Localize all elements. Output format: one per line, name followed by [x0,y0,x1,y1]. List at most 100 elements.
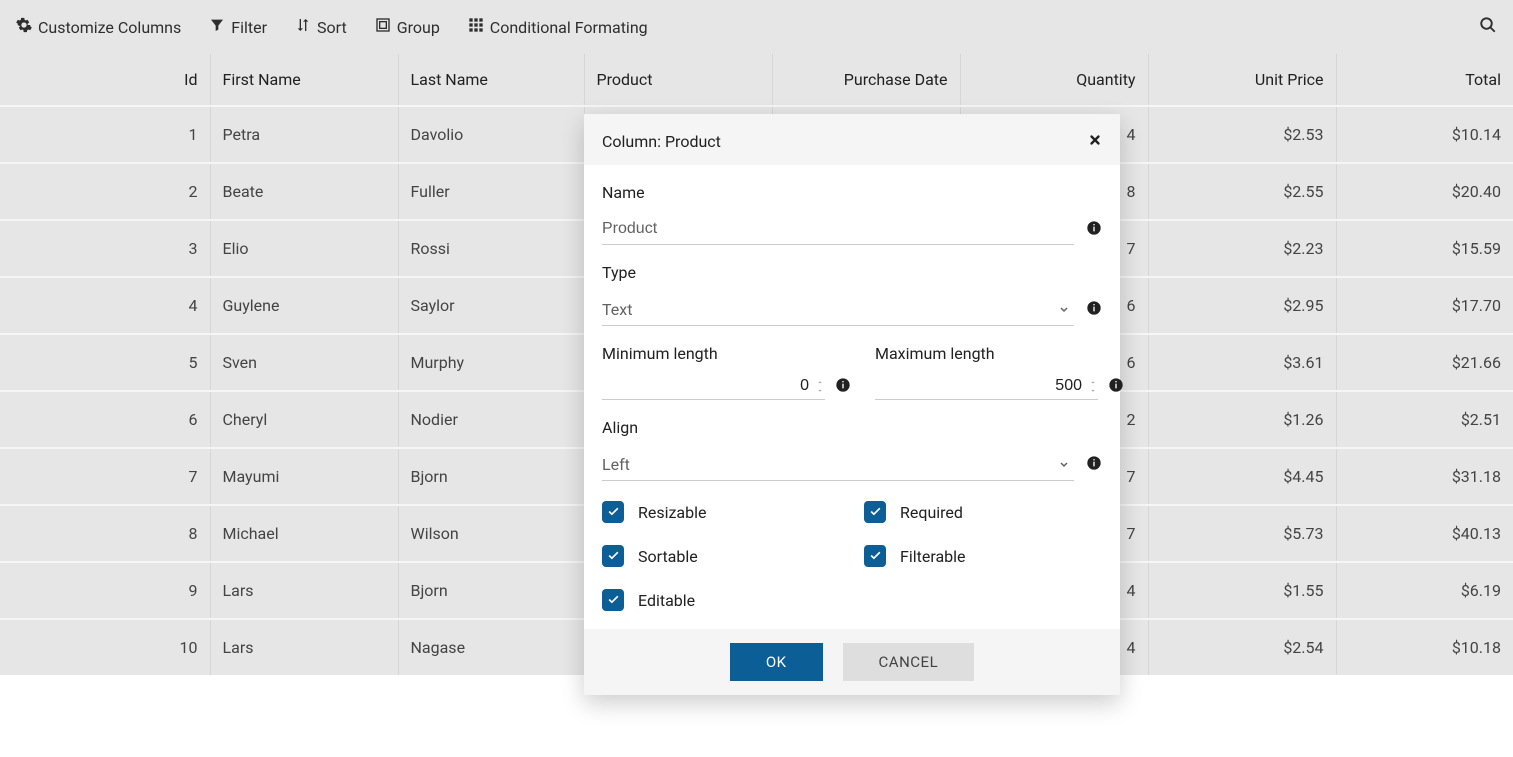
required-checkbox[interactable] [864,501,886,523]
close-button[interactable] [1088,132,1102,151]
cell-first-name[interactable]: Sven [210,334,398,391]
max-spinner[interactable] [1088,379,1098,393]
cell-id[interactable]: 10 [0,619,210,675]
cell-last-name[interactable]: Fuller [398,163,584,220]
type-label: Type [602,263,1102,282]
cell-unit-price[interactable]: $2.55 [1148,163,1336,220]
editable-checkbox-item: Editable [602,589,840,611]
cell-unit-price[interactable]: $3.61 [1148,334,1336,391]
cell-total[interactable]: $6.19 [1336,562,1513,619]
cell-unit-price[interactable]: $2.23 [1148,220,1336,277]
cell-first-name[interactable]: Guylene [210,277,398,334]
cancel-button[interactable]: CANCEL [843,643,975,681]
cell-unit-price[interactable]: $4.45 [1148,448,1336,505]
name-input[interactable] [602,214,1074,245]
ok-button[interactable]: OK [730,643,823,681]
header-purchase-date[interactable]: Purchase Date [772,54,960,106]
header-id[interactable]: Id [0,54,210,106]
cell-id[interactable]: 1 [0,106,210,163]
type-select[interactable]: Text [602,294,1074,326]
cell-last-name[interactable]: Wilson [398,505,584,562]
min-spinner[interactable] [815,379,825,393]
group-button[interactable]: Group [375,17,440,37]
info-icon[interactable] [835,377,851,397]
cell-first-name[interactable]: Lars [210,562,398,619]
info-icon[interactable] [1086,300,1102,320]
name-label: Name [602,183,1102,202]
filter-button[interactable]: Filter [209,17,267,37]
align-select[interactable]: Left [602,449,1074,481]
check-icon [869,503,882,522]
cell-first-name[interactable]: Lars [210,619,398,675]
cell-last-name[interactable]: Bjorn [398,562,584,619]
sort-button[interactable]: Sort [295,17,347,37]
type-value: Text [602,294,1074,325]
cell-total[interactable]: $10.18 [1336,619,1513,675]
chevron-up-icon [815,379,825,385]
cell-last-name[interactable]: Davolio [398,106,584,163]
cell-id[interactable]: 4 [0,277,210,334]
header-last-name[interactable]: Last Name [398,54,584,106]
cell-first-name[interactable]: Beate [210,163,398,220]
cell-last-name[interactable]: Nagase [398,619,584,675]
cell-total[interactable]: $40.13 [1336,505,1513,562]
cell-first-name[interactable]: Michael [210,505,398,562]
cell-id[interactable]: 6 [0,391,210,448]
max-length-input[interactable] [875,377,1088,395]
customize-columns-label: Customize Columns [38,18,181,37]
cell-first-name[interactable]: Petra [210,106,398,163]
cell-last-name[interactable]: Saylor [398,277,584,334]
cell-last-name[interactable]: Murphy [398,334,584,391]
cell-id[interactable]: 9 [0,562,210,619]
cell-unit-price[interactable]: $1.26 [1148,391,1336,448]
filterable-checkbox[interactable] [864,545,886,567]
chevron-down-icon [1058,300,1070,319]
sortable-checkbox-item: Sortable [602,545,840,567]
cell-total[interactable]: $20.40 [1336,163,1513,220]
cell-first-name[interactable]: Mayumi [210,448,398,505]
conditional-formatting-button[interactable]: Conditional Formating [468,17,648,37]
cell-unit-price[interactable]: $2.54 [1148,619,1336,675]
cell-total[interactable]: $17.70 [1336,277,1513,334]
cell-total[interactable]: $10.14 [1336,106,1513,163]
cell-id[interactable]: 2 [0,163,210,220]
cell-id[interactable]: 8 [0,505,210,562]
resizable-checkbox[interactable] [602,501,624,523]
cell-last-name[interactable]: Nodier [398,391,584,448]
cell-unit-price[interactable]: $5.73 [1148,505,1336,562]
align-value: Left [602,449,1074,480]
sortable-label: Sortable [638,547,698,566]
header-total[interactable]: Total [1336,54,1513,106]
cell-first-name[interactable]: Cheryl [210,391,398,448]
cell-total[interactable]: $21.66 [1336,334,1513,391]
cell-unit-price[interactable]: $1.55 [1148,562,1336,619]
cell-last-name[interactable]: Bjorn [398,448,584,505]
cell-first-name[interactable]: Elio [210,220,398,277]
cell-last-name[interactable]: Rossi [398,220,584,277]
info-icon[interactable] [1108,377,1124,397]
cell-unit-price[interactable]: $2.53 [1148,106,1336,163]
editable-checkbox[interactable] [602,589,624,611]
cell-total[interactable]: $2.51 [1336,391,1513,448]
info-icon[interactable] [1086,455,1102,475]
editable-label: Editable [638,591,695,610]
min-length-input[interactable] [602,377,815,395]
check-icon [607,503,620,522]
header-first-name[interactable]: First Name [210,54,398,106]
cell-unit-price[interactable]: $2.95 [1148,277,1336,334]
header-unit-price[interactable]: Unit Price [1148,54,1336,106]
info-icon[interactable] [1086,220,1102,240]
cell-total[interactable]: $15.59 [1336,220,1513,277]
popup-footer: OK CANCEL [584,629,1120,695]
popup-title: Column: Product [602,132,721,151]
sortable-checkbox[interactable] [602,545,624,567]
header-product[interactable]: Product [584,54,772,106]
customize-columns-button[interactable]: Customize Columns [16,17,181,37]
cell-total[interactable]: $31.18 [1336,448,1513,505]
search-button[interactable] [1479,16,1497,38]
header-quantity[interactable]: Quantity [960,54,1148,106]
cell-id[interactable]: 5 [0,334,210,391]
cell-id[interactable]: 3 [0,220,210,277]
required-label: Required [900,503,963,522]
cell-id[interactable]: 7 [0,448,210,505]
